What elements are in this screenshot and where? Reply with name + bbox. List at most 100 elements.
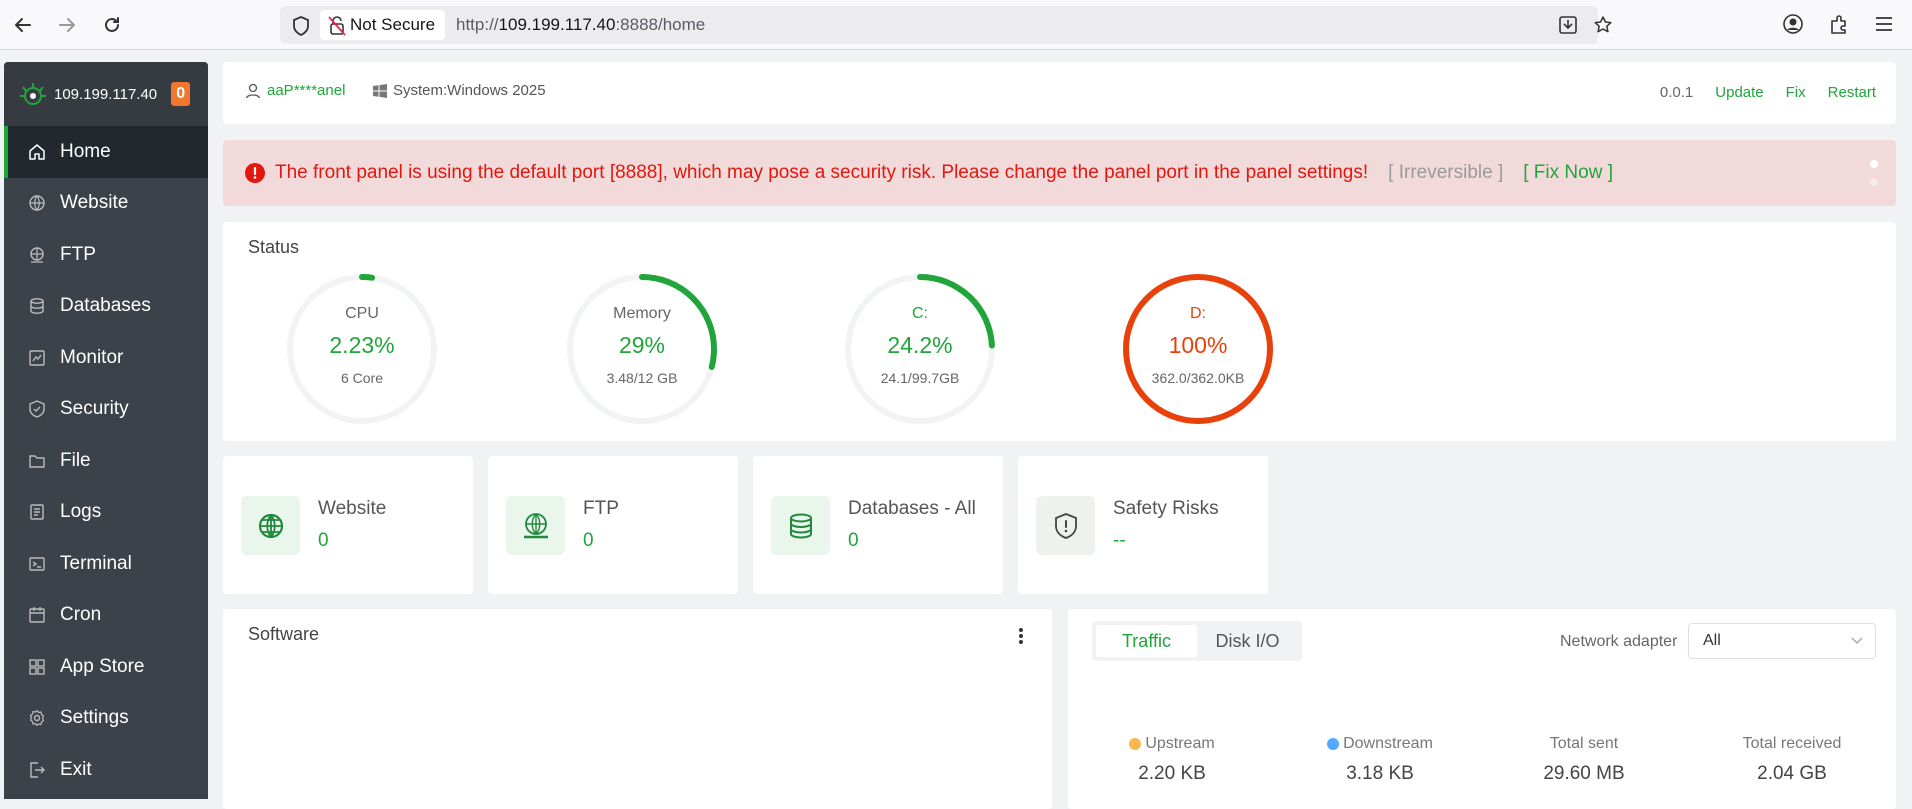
forward-icon[interactable]: [52, 10, 82, 40]
reload-icon[interactable]: [97, 10, 127, 40]
sidebar-item-app-store[interactable]: App Store: [4, 641, 208, 693]
sidebar: 109.199.117.40 0 Home Website FTP Databa…: [4, 62, 208, 799]
gauge-label: C:: [912, 305, 928, 322]
sidebar-item-label: App Store: [60, 655, 145, 677]
tab-disk-io[interactable]: Disk I/O: [1197, 625, 1298, 657]
sidebar-item-label: FTP: [60, 243, 96, 265]
sidebar-item-monitor[interactable]: Monitor: [4, 332, 208, 384]
top-info-bar: aaP****anel System:Windows 2025 0.0.1 Up…: [223, 62, 1896, 124]
status-title: Status: [248, 237, 300, 257]
sidebar-item-logs[interactable]: Logs: [4, 487, 208, 539]
network-adapter-label: Network adapter: [1560, 633, 1678, 650]
overview-card-safety-risks[interactable]: Safety Risks --: [1018, 456, 1268, 594]
gauge-value: 2.23%: [329, 332, 395, 358]
sidebar-item-label: Exit: [60, 758, 92, 780]
memory-gauge[interactable]: Memory 29% 3.48/12 GB: [565, 272, 719, 426]
stat-label: Total sent: [1549, 735, 1619, 752]
username[interactable]: aaP****anel: [267, 82, 345, 99]
stat-value: 2.04 GB: [1757, 763, 1827, 784]
exit-icon: [30, 762, 45, 778]
gauge-label: Memory: [613, 305, 671, 322]
overview-card-databases[interactable]: Databases - All 0: [753, 456, 1003, 594]
upstream-legend-dot: [1129, 738, 1142, 750]
downstream-stat: Downstream 3.18 KB: [1280, 735, 1480, 785]
ftp-icon: [30, 247, 44, 263]
stat-value: 29.60 MB: [1543, 763, 1625, 784]
sidebar-item-ftp[interactable]: FTP: [4, 229, 208, 281]
sidebar-item-security[interactable]: Security: [4, 384, 208, 436]
system-label: System:Windows 2025: [393, 82, 546, 99]
software-title: Software: [248, 624, 320, 644]
update-link[interactable]: Update: [1715, 84, 1763, 101]
url-bar[interactable]: Not Secure http://109.199.117.40:8888/ho…: [280, 6, 1612, 44]
globe-icon: [241, 496, 300, 555]
back-icon[interactable]: [8, 10, 38, 40]
sidebar-item-label: Website: [60, 192, 129, 214]
sidebar-item-exit[interactable]: Exit: [4, 744, 208, 796]
network-adapter-select[interactable]: All: [1688, 623, 1876, 659]
user-icon: [245, 83, 261, 98]
overview-value: --: [1113, 530, 1126, 551]
sidebar-item-home[interactable]: Home: [4, 126, 208, 178]
logs-icon: [30, 504, 44, 520]
user-info[interactable]: aaP****anel: [245, 82, 345, 99]
bookmark-star-icon[interactable]: [1593, 15, 1613, 35]
gauge-label: D:: [1190, 305, 1206, 322]
carousel-dot[interactable]: [1870, 178, 1878, 186]
software-panel: Software: [223, 609, 1052, 809]
overview-title: Website: [318, 498, 387, 519]
sidebar-item-settings[interactable]: Settings: [4, 693, 208, 745]
gauge-label: CPU: [345, 305, 379, 322]
sidebar-item-label: Home: [60, 140, 111, 162]
overview-title: Safety Risks: [1113, 498, 1219, 519]
overview-card-ftp[interactable]: FTP 0: [488, 456, 738, 594]
status-panel: Status CPU 2.23% 6 Core Memory 29% 3.48/…: [223, 222, 1896, 441]
message-badge[interactable]: 0: [171, 82, 191, 106]
save-page-icon[interactable]: [1558, 15, 1578, 35]
ftp-icon: [506, 496, 565, 555]
home-icon: [29, 144, 45, 160]
fix-now-link[interactable]: [ Fix Now ]: [1523, 162, 1613, 184]
gauge-subtext: 3.48/12 GB: [606, 370, 678, 386]
more-options-icon[interactable]: [1018, 627, 1024, 645]
not-secure-chip[interactable]: Not Secure: [320, 10, 446, 40]
sidebar-item-databases[interactable]: Databases: [4, 281, 208, 333]
overview-title: FTP: [583, 498, 619, 519]
gear-icon: [29, 710, 45, 727]
carousel-dot[interactable]: [1870, 160, 1878, 168]
sidebar-item-website[interactable]: Website: [4, 178, 208, 230]
disk-d-gauge[interactable]: D: 100% 362.0/362.0KB: [1121, 272, 1275, 426]
url-text[interactable]: http://109.199.117.40:8888/home: [456, 15, 705, 35]
traffic-tabs: Traffic Disk I/O: [1092, 621, 1302, 661]
menu-icon[interactable]: [1873, 13, 1895, 35]
stat-label: Total received: [1742, 735, 1842, 752]
shield-icon: [29, 400, 45, 418]
sidebar-item-label: Logs: [60, 501, 102, 523]
tab-traffic[interactable]: Traffic: [1096, 625, 1197, 657]
terminal-icon: [29, 557, 45, 571]
stat-label: Downstream: [1343, 735, 1433, 752]
security-label: Not Secure: [350, 15, 436, 34]
overview-value: 0: [318, 530, 329, 551]
overview-title: Databases - All: [848, 498, 976, 519]
sidebar-item-label: Cron: [60, 604, 102, 626]
sidebar-item-cron[interactable]: Cron: [4, 590, 208, 642]
cpu-gauge[interactable]: CPU 2.23% 6 Core: [285, 272, 439, 426]
account-icon[interactable]: [1782, 13, 1804, 35]
sidebar-item-label: File: [60, 449, 91, 471]
sidebar-header: 109.199.117.40 0: [4, 62, 208, 126]
gauge-subtext: 24.1/99.7GB: [880, 370, 960, 386]
fix-link[interactable]: Fix: [1786, 84, 1806, 101]
gauge-subtext: 6 Core: [340, 370, 384, 386]
sidebar-item-terminal[interactable]: Terminal: [4, 538, 208, 590]
tracking-shield-icon[interactable]: [292, 16, 310, 36]
insecure-lock-icon: [328, 16, 346, 36]
restart-link[interactable]: Restart: [1828, 84, 1876, 101]
cron-icon: [29, 607, 45, 623]
extensions-icon[interactable]: [1828, 13, 1850, 35]
globe-icon: [29, 195, 45, 211]
sidebar-item-file[interactable]: File: [4, 435, 208, 487]
overview-card-website[interactable]: Website 0: [223, 456, 473, 594]
disk-c-gauge[interactable]: C: 24.2% 24.1/99.7GB: [843, 272, 997, 426]
sidebar-menu: Home Website FTP Databases Monitor Secur…: [4, 126, 208, 796]
